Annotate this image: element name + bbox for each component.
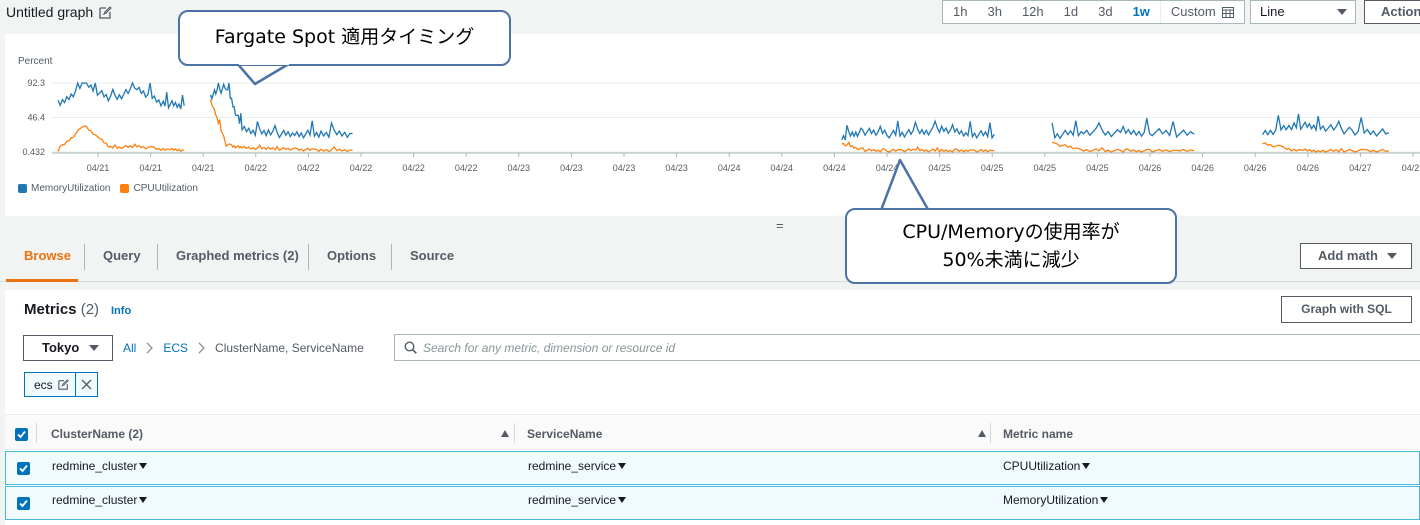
callout-mask bbox=[239, 61, 289, 65]
callout-usage-line2: 50%未満に減少 bbox=[942, 249, 1080, 271]
callout-usage-line1: CPU/Memoryの使用率が bbox=[902, 221, 1120, 243]
callout-fargate-timing: Fargate Spot 適用タイミング bbox=[178, 10, 511, 66]
callout-pointer-cpu bbox=[878, 158, 932, 214]
callout-pointers bbox=[235, 60, 932, 214]
callout-usage-decrease: CPU/Memoryの使用率が 50%未満に減少 bbox=[845, 208, 1177, 284]
callout-mask bbox=[883, 210, 927, 214]
